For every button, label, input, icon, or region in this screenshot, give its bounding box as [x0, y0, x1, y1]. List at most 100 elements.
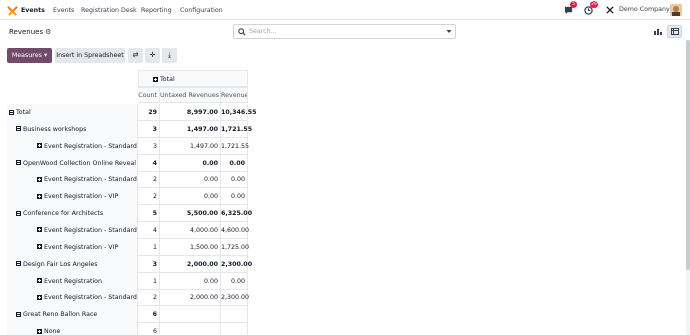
- cell-revenues[interactable]: 1,725.00: [221, 238, 249, 256]
- measures-button[interactable]: Measures ▾: [7, 48, 52, 63]
- company-switcher[interactable]: Demo Company: [619, 6, 670, 13]
- cell-count[interactable]: 6: [138, 306, 160, 324]
- pivot-view-button[interactable]: [667, 25, 682, 38]
- cell-revenues[interactable]: 0.00: [221, 171, 248, 189]
- cell-revenues[interactable]: 0.00: [221, 154, 248, 172]
- cell-untaxed-revenues[interactable]: 2,000.00: [160, 289, 221, 307]
- row-header[interactable]: Event Registration - Standard: [7, 171, 138, 189]
- cell-revenues[interactable]: 1,721.55: [221, 120, 252, 138]
- cell-untaxed-revenues[interactable]: 0.00: [160, 154, 221, 172]
- row-header[interactable]: Event Registration - Standard: [7, 221, 138, 239]
- column-header-untaxed-revenues[interactable]: Untaxed Revenues: [160, 87, 221, 103]
- cell-untaxed-revenues[interactable]: 1,497.00: [160, 120, 221, 138]
- menu-reporting[interactable]: Reporting: [141, 6, 172, 15]
- cell-untaxed-revenues[interactable]: 0.00: [160, 272, 221, 290]
- cell-count[interactable]: 3: [138, 120, 160, 138]
- events-app-icon[interactable]: [7, 5, 18, 16]
- cell-count[interactable]: 29: [138, 104, 160, 121]
- cell-untaxed-revenues[interactable]: [160, 323, 221, 335]
- cell-untaxed-revenues[interactable]: 0.00: [160, 188, 221, 206]
- row-header[interactable]: Event Registration: [7, 272, 138, 290]
- cell-revenues[interactable]: [221, 306, 248, 324]
- row-header[interactable]: Event Registration - Standard: [7, 137, 138, 155]
- expand-all-button[interactable]: ✛: [145, 48, 160, 63]
- bar-chart-icon: [653, 29, 662, 35]
- table-row: Event Registration - Standard 2 0.00 0.00: [7, 171, 248, 189]
- cell-count[interactable]: 1: [138, 272, 160, 290]
- cell-revenues[interactable]: 10,346.55: [221, 104, 256, 121]
- menu-events[interactable]: Events: [53, 6, 74, 15]
- row-header[interactable]: Great Reno Ballon Race: [7, 306, 138, 324]
- graph-view-button[interactable]: [650, 25, 665, 38]
- table-row: Design Fair Los Angeles 3 2,000.00 2,300.00: [7, 255, 252, 273]
- expand-plus-icon: [37, 328, 42, 334]
- cell-untaxed-revenues[interactable]: 4,000.00: [160, 221, 221, 239]
- measures-label: Measures: [11, 52, 42, 59]
- column-header-revenues[interactable]: Revenues: [221, 87, 248, 103]
- cell-revenues[interactable]: 6,325.00: [221, 205, 252, 223]
- row-header[interactable]: Event Registration - VIP: [7, 188, 138, 206]
- cell-count[interactable]: 3: [138, 137, 160, 155]
- cell-untaxed-revenues[interactable]: 5,500.00: [160, 205, 221, 223]
- activities-badge: 29: [590, 1, 598, 8]
- vertical-scrollbar[interactable]: [686, 40, 690, 335]
- cell-untaxed-revenues[interactable]: [160, 306, 221, 324]
- column-header-count[interactable]: Count: [138, 87, 160, 103]
- cell-count[interactable]: 2: [138, 171, 160, 189]
- table-row: OpenWood Collection Online Reveal 4 0.00 0.…: [7, 154, 248, 172]
- row-header[interactable]: Event Registration - Standard: [7, 289, 138, 307]
- cell-count[interactable]: 4: [138, 221, 160, 239]
- row-label: Design Fair Los Angeles: [23, 260, 98, 268]
- cell-untaxed-revenues[interactable]: 1,497.00: [160, 137, 221, 155]
- cell-revenues[interactable]: 0.00: [221, 272, 248, 290]
- cell-revenues[interactable]: 0.00: [221, 188, 248, 206]
- cell-revenues[interactable]: 4,600.00: [221, 221, 249, 239]
- app-name[interactable]: Events: [21, 6, 45, 15]
- download-button[interactable]: ⤓: [162, 48, 177, 63]
- expand-arrows-icon: ✛: [149, 51, 156, 59]
- expand-plus-icon: [37, 244, 42, 250]
- flip-axis-icon: ⇄: [132, 51, 139, 59]
- messages-button[interactable]: 5: [564, 1, 577, 17]
- cell-revenues[interactable]: 1,721.55: [221, 137, 249, 155]
- insert-in-spreadsheet-button[interactable]: Insert in Spreadsheet: [55, 48, 125, 63]
- row-header[interactable]: Conference for Architects: [7, 205, 138, 223]
- caret-down-icon: ▾: [43, 52, 48, 59]
- row-header[interactable]: Design Fair Los Angeles: [7, 255, 138, 273]
- table-row: Total 29 8,997.00 10,346.55: [7, 104, 256, 121]
- cell-revenues[interactable]: [221, 323, 248, 335]
- menu-configuration[interactable]: Configuration: [180, 6, 223, 15]
- row-header[interactable]: None: [7, 323, 138, 335]
- row-header[interactable]: Business workshops: [7, 120, 138, 138]
- debug-tools-icon[interactable]: [606, 6, 614, 14]
- chevron-down-icon[interactable]: [446, 29, 452, 34]
- cell-untaxed-revenues[interactable]: 0.00: [160, 171, 221, 189]
- flip-axis-button[interactable]: ⇄: [128, 48, 143, 63]
- cell-revenues[interactable]: 2,300.00: [221, 289, 249, 307]
- column-group-header[interactable]: Total: [138, 70, 248, 87]
- cell-count[interactable]: 1: [138, 238, 160, 256]
- user-avatar[interactable]: [670, 4, 682, 16]
- cell-count[interactable]: 2: [138, 188, 160, 206]
- cell-untaxed-revenues[interactable]: 1,500.00: [160, 238, 221, 256]
- cell-count[interactable]: 3: [138, 255, 160, 273]
- cell-revenues[interactable]: 2,300.00: [221, 255, 252, 273]
- column-group-label: Total: [153, 76, 175, 83]
- scrollbar-thumb[interactable]: [686, 40, 690, 270]
- cell-count[interactable]: 5: [138, 205, 160, 223]
- search-input[interactable]: Search...: [233, 24, 456, 39]
- cell-untaxed-revenues[interactable]: 8,997.00: [160, 104, 221, 121]
- cell-count[interactable]: 4: [138, 154, 160, 172]
- menu-registration-desk[interactable]: Registration Desk: [81, 6, 137, 15]
- collapse-minus-icon: [16, 261, 21, 267]
- row-header[interactable]: Total: [7, 104, 138, 121]
- row-header[interactable]: Event Registration - VIP: [7, 238, 138, 256]
- row-label: Event Registration - VIP: [44, 243, 119, 251]
- cell-count[interactable]: 2: [138, 289, 160, 307]
- row-label: Total: [16, 109, 31, 116]
- gear-icon[interactable]: ⚙: [45, 28, 51, 36]
- activities-button[interactable]: 29: [584, 1, 598, 17]
- cell-untaxed-revenues[interactable]: 2,000.00: [160, 255, 221, 273]
- cell-count[interactable]: 6: [138, 323, 160, 335]
- row-header[interactable]: OpenWood Collection Online Reveal: [7, 154, 138, 172]
